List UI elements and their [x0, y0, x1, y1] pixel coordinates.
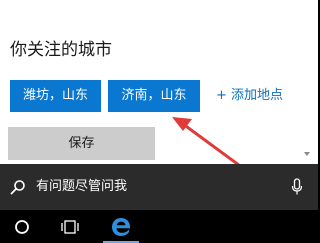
followed-cities-heading: 你关注的城市 — [10, 40, 112, 60]
task-view-icon[interactable] — [60, 220, 80, 234]
save-button[interactable]: 保存 — [8, 127, 155, 160]
edge-icon[interactable] — [110, 216, 132, 238]
weather-settings-panel: 你关注的城市 潍坊，山东 济南，山东 + 添加地点 保存 — [0, 0, 318, 164]
city-chip-jinan[interactable]: 济南，山东 — [108, 80, 200, 112]
cortana-icon[interactable] — [14, 219, 30, 235]
add-location-link[interactable]: + 添加地点 — [216, 80, 283, 112]
search-icon — [10, 180, 25, 195]
city-chip-weifang[interactable]: 潍坊，山东 — [10, 80, 101, 112]
microphone-icon[interactable] — [291, 178, 303, 196]
scrollbar[interactable] — [305, 0, 306, 164]
scroll-down-arrow-icon[interactable] — [304, 152, 310, 156]
taskbar-search-bar[interactable]: 有问题尽管问我 — [0, 164, 318, 210]
taskbar — [0, 210, 318, 243]
search-input[interactable]: 有问题尽管问我 — [36, 164, 127, 210]
